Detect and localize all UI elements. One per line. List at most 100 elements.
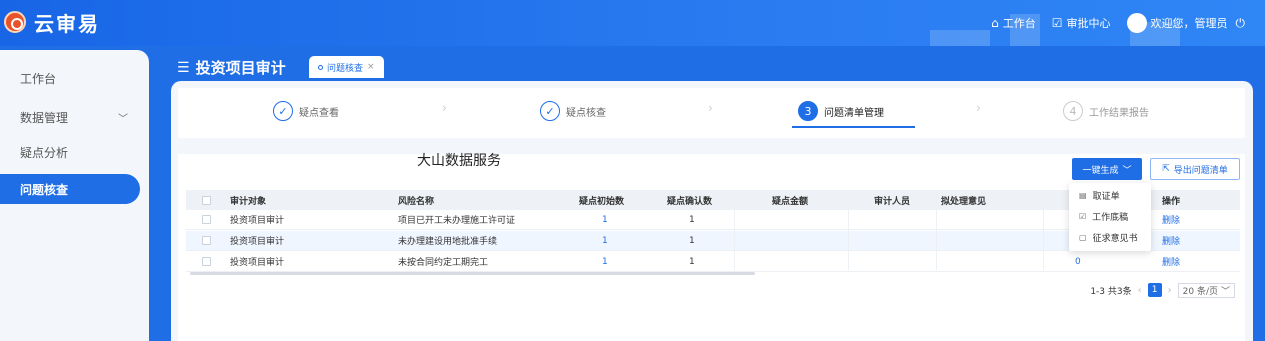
cell-confirmed: 1 [689, 235, 695, 246]
cell-target: 投资项目审计 [230, 216, 285, 226]
app-logo-icon [4, 11, 26, 33]
cell-risk: 未按合同约定工期完工 [398, 258, 489, 268]
row-checkbox[interactable] [202, 210, 211, 230]
current-page-button[interactable]: 1 [1147, 283, 1162, 297]
col-header: 疑点金额 [772, 196, 809, 207]
delete-link[interactable]: 删除 [1162, 252, 1180, 272]
page-title: ☰ 投资项目审计 [177, 57, 286, 78]
sidebar-item-label: 数据管理 [20, 110, 69, 125]
chevron-right-icon: › [708, 101, 713, 115]
approval-icon: ☑ [1051, 16, 1063, 30]
top-bar: 云审易 ⌂ 工作台 ☑ 审批中心 欢迎您，管理员 ⏻ [0, 0, 1265, 46]
cell-risk: 项目已开工未办理施工许可证 [398, 216, 516, 226]
pagination-summary: 1-3 共3条 [1090, 286, 1132, 297]
sidebar-item-label: 问题核查 [20, 182, 69, 197]
cell-initial[interactable]: 1 [602, 210, 608, 230]
chevron-down-icon: ﹀ [1220, 286, 1230, 297]
menu-item-evidence-sheet[interactable]: ▤ 取证单 [1069, 185, 1151, 206]
check-icon: ✓ [273, 101, 293, 121]
checklist-icon: ☑ [1079, 212, 1087, 221]
cell-target: 投资项目审计 [230, 237, 285, 247]
select-all-checkbox[interactable] [202, 190, 211, 210]
generate-label: 一键生成 [1082, 165, 1119, 176]
company-name: 大山数据服务 [417, 153, 501, 169]
step-number: 3 [798, 101, 818, 121]
generate-button[interactable]: 一键生成 ﹀ [1072, 158, 1142, 180]
col-header: 操作 [1162, 196, 1181, 207]
home-icon: ⌂ [991, 16, 999, 30]
sidebar-item-data-management[interactable]: 数据管理 ﹀ [0, 102, 140, 132]
row-checkbox[interactable] [202, 231, 211, 251]
menu-item-working-paper[interactable]: ☑ 工作底稿 [1069, 206, 1151, 227]
menu-item-label: 工作底稿 [1092, 213, 1129, 223]
cell-target: 投资项目审计 [230, 258, 285, 268]
step-suspicion-check[interactable]: ✓ 疑点核查 [540, 101, 606, 121]
row-checkbox[interactable] [202, 252, 211, 272]
tab-issue-check[interactable]: 问题核查 × [309, 56, 384, 78]
chevron-right-icon: › [976, 101, 981, 115]
chevron-down-icon: ﹀ [1122, 165, 1132, 176]
cell-confirmed: 1 [689, 256, 695, 267]
delete-link[interactable]: 删除 [1162, 210, 1180, 230]
col-header: 风险名称 [398, 196, 435, 207]
table-row[interactable]: 投资项目审计 未按合同约定工期完工 1 1 0 删除 [186, 252, 1240, 272]
close-icon[interactable]: × [367, 62, 375, 72]
cell-risk: 未办理建设用地批准手续 [398, 237, 498, 247]
workbench-label: 工作台 [1002, 17, 1036, 30]
cell-evidence[interactable]: 0 [1075, 252, 1081, 272]
col-header: 审计对象 [230, 196, 267, 207]
export-label: 导出问题清单 [1173, 165, 1228, 176]
document-icon: ▤ [1079, 191, 1087, 200]
prev-page-icon[interactable]: ‹ [1138, 285, 1142, 296]
top-nav: ⌂ 工作台 ☑ 审批中心 欢迎您，管理员 ⏻ [991, 0, 1245, 46]
step-label: 问题清单管理 [824, 107, 884, 119]
sidebar-item-label: 工作台 [20, 71, 57, 86]
sidebar-item-suspicion-analysis[interactable]: 疑点分析 [0, 137, 140, 167]
sidebar-item-workbench[interactable]: 工作台 [0, 63, 140, 93]
generate-dropdown-menu: ▤ 取证单 ☑ 工作底稿 ▢ 征求意见书 [1069, 183, 1151, 251]
tab-label: 问题核查 [327, 63, 364, 74]
sidebar-item-label: 疑点分析 [20, 145, 69, 160]
col-header: 疑点初始数 [579, 196, 625, 207]
col-header: 拟处理意见 [941, 196, 987, 207]
export-icon: ⇱ [1162, 164, 1170, 174]
column-divider [1043, 190, 1044, 270]
next-page-icon[interactable]: › [1168, 285, 1172, 296]
step-label: 工作结果报告 [1089, 107, 1149, 119]
pagination: 1-3 共3条 ‹ 1 › 20 条/页 ﹀ [1090, 282, 1235, 298]
decor-block [930, 30, 990, 46]
cell-initial[interactable]: 1 [602, 252, 608, 272]
welcome-text: 欢迎您，管理员 [1150, 17, 1228, 30]
horizontal-scrollbar[interactable] [190, 272, 755, 275]
user-menu[interactable]: 欢迎您，管理员 ⏻ [1126, 13, 1246, 33]
step-issue-list[interactable]: 3 问题清单管理 [798, 101, 884, 121]
step-suspicion-view[interactable]: ✓ 疑点查看 [273, 101, 339, 121]
brand[interactable]: 云审易 [4, 8, 100, 36]
chevron-right-icon: › [442, 101, 447, 115]
step-work-report[interactable]: 4 工作结果报告 [1063, 101, 1149, 121]
file-icon: ▢ [1079, 233, 1087, 242]
check-icon: ✓ [540, 101, 560, 121]
logout-icon[interactable]: ⏻ [1236, 16, 1246, 31]
menu-icon[interactable]: ☰ [177, 60, 190, 76]
export-issue-list-button[interactable]: ⇱ 导出问题清单 [1150, 158, 1240, 180]
step-number: 4 [1063, 101, 1083, 121]
page-size-label: 20 条/页 [1182, 286, 1218, 297]
avatar [1126, 13, 1147, 33]
cell-confirmed: 1 [689, 214, 695, 225]
approval-center-link[interactable]: ☑ 审批中心 [1052, 15, 1111, 31]
sidebar-item-issue-check[interactable]: 问题核查 [0, 174, 140, 204]
delete-link[interactable]: 删除 [1162, 231, 1180, 251]
workbench-link[interactable]: ⌂ 工作台 [991, 15, 1036, 31]
active-step-indicator [792, 126, 915, 128]
menu-item-label: 征求意见书 [1092, 234, 1138, 244]
page-size-select[interactable]: 20 条/页 ﹀ [1177, 282, 1235, 298]
cell-initial[interactable]: 1 [602, 231, 608, 251]
sidebar: 工作台 数据管理 ﹀ 疑点分析 问题核查 [0, 50, 149, 341]
col-header: 审计人员 [874, 196, 911, 207]
chevron-down-icon: ﹀ [118, 113, 128, 125]
step-label: 疑点核查 [566, 107, 606, 119]
menu-item-opinion-letter[interactable]: ▢ 征求意见书 [1069, 227, 1151, 248]
column-divider [734, 190, 735, 270]
app-name: 云审易 [34, 11, 100, 36]
